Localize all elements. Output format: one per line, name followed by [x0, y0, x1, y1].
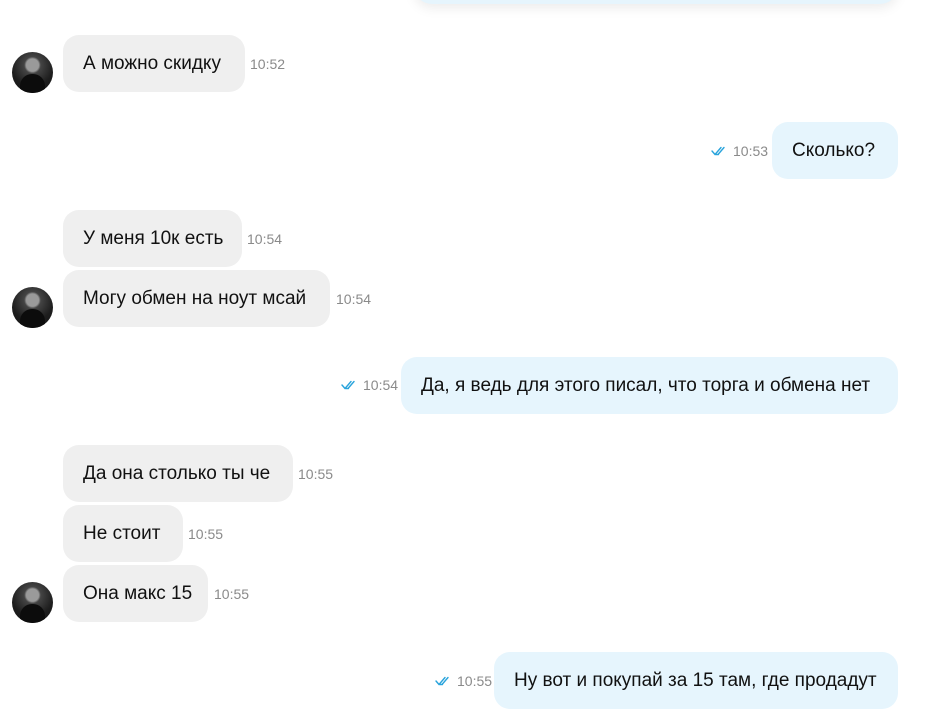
message-time: 10:54 — [247, 231, 283, 247]
previous-message-bubble[interactable] — [414, 0, 898, 4]
avatar[interactable] — [12, 582, 53, 623]
double-check-icon — [711, 146, 725, 156]
avatar[interactable] — [12, 287, 53, 328]
double-check-icon — [341, 380, 355, 390]
message-time: 10:52 — [250, 56, 286, 72]
message-time: 10:55 — [214, 586, 250, 602]
message-time: 10:55 — [457, 673, 493, 689]
message-time: 10:54 — [336, 291, 372, 307]
message-time: 10:53 — [733, 143, 769, 159]
message-text: Ну вот и покупай за 15 там, где продадут — [514, 669, 877, 691]
incoming-message[interactable]: А можно скидку — [63, 35, 245, 92]
message-text: Сколько? — [792, 139, 876, 161]
outgoing-message[interactable]: Сколько? — [772, 122, 898, 179]
message-time: 10:54 — [363, 377, 399, 393]
message-time: 10:55 — [188, 526, 224, 542]
double-check-icon — [435, 676, 449, 686]
message-text: Да она столько ты че — [83, 462, 271, 484]
message-text: Могу обмен на ноут мсай — [83, 287, 307, 309]
message-meta: 10:54 — [341, 377, 398, 393]
message-meta: 10:53 — [711, 143, 768, 159]
message-text: А можно скидку — [83, 52, 221, 74]
outgoing-message[interactable]: Да, я ведь для этого писал, что торга и … — [401, 357, 898, 414]
message-text: Да, я ведь для этого писал, что торга и … — [421, 374, 871, 396]
outgoing-message[interactable]: Ну вот и покупай за 15 там, где продадут — [494, 652, 898, 709]
incoming-message[interactable]: Да она столько ты че — [63, 445, 293, 502]
chat-thread: А можно скидку 10:52 10:53 Сколько? У ме… — [0, 0, 926, 716]
incoming-message[interactable]: Она макс 15 — [63, 565, 208, 622]
incoming-message[interactable]: У меня 10к есть — [63, 210, 242, 267]
avatar[interactable] — [12, 52, 53, 93]
message-time: 10:55 — [298, 466, 334, 482]
message-text: Не стоит — [83, 522, 161, 544]
message-text: Она макс 15 — [83, 582, 193, 604]
message-text: У меня 10к есть — [83, 227, 224, 249]
incoming-message[interactable]: Могу обмен на ноут мсай — [63, 270, 330, 327]
incoming-message[interactable]: Не стоит — [63, 505, 183, 562]
message-meta: 10:55 — [435, 673, 492, 689]
